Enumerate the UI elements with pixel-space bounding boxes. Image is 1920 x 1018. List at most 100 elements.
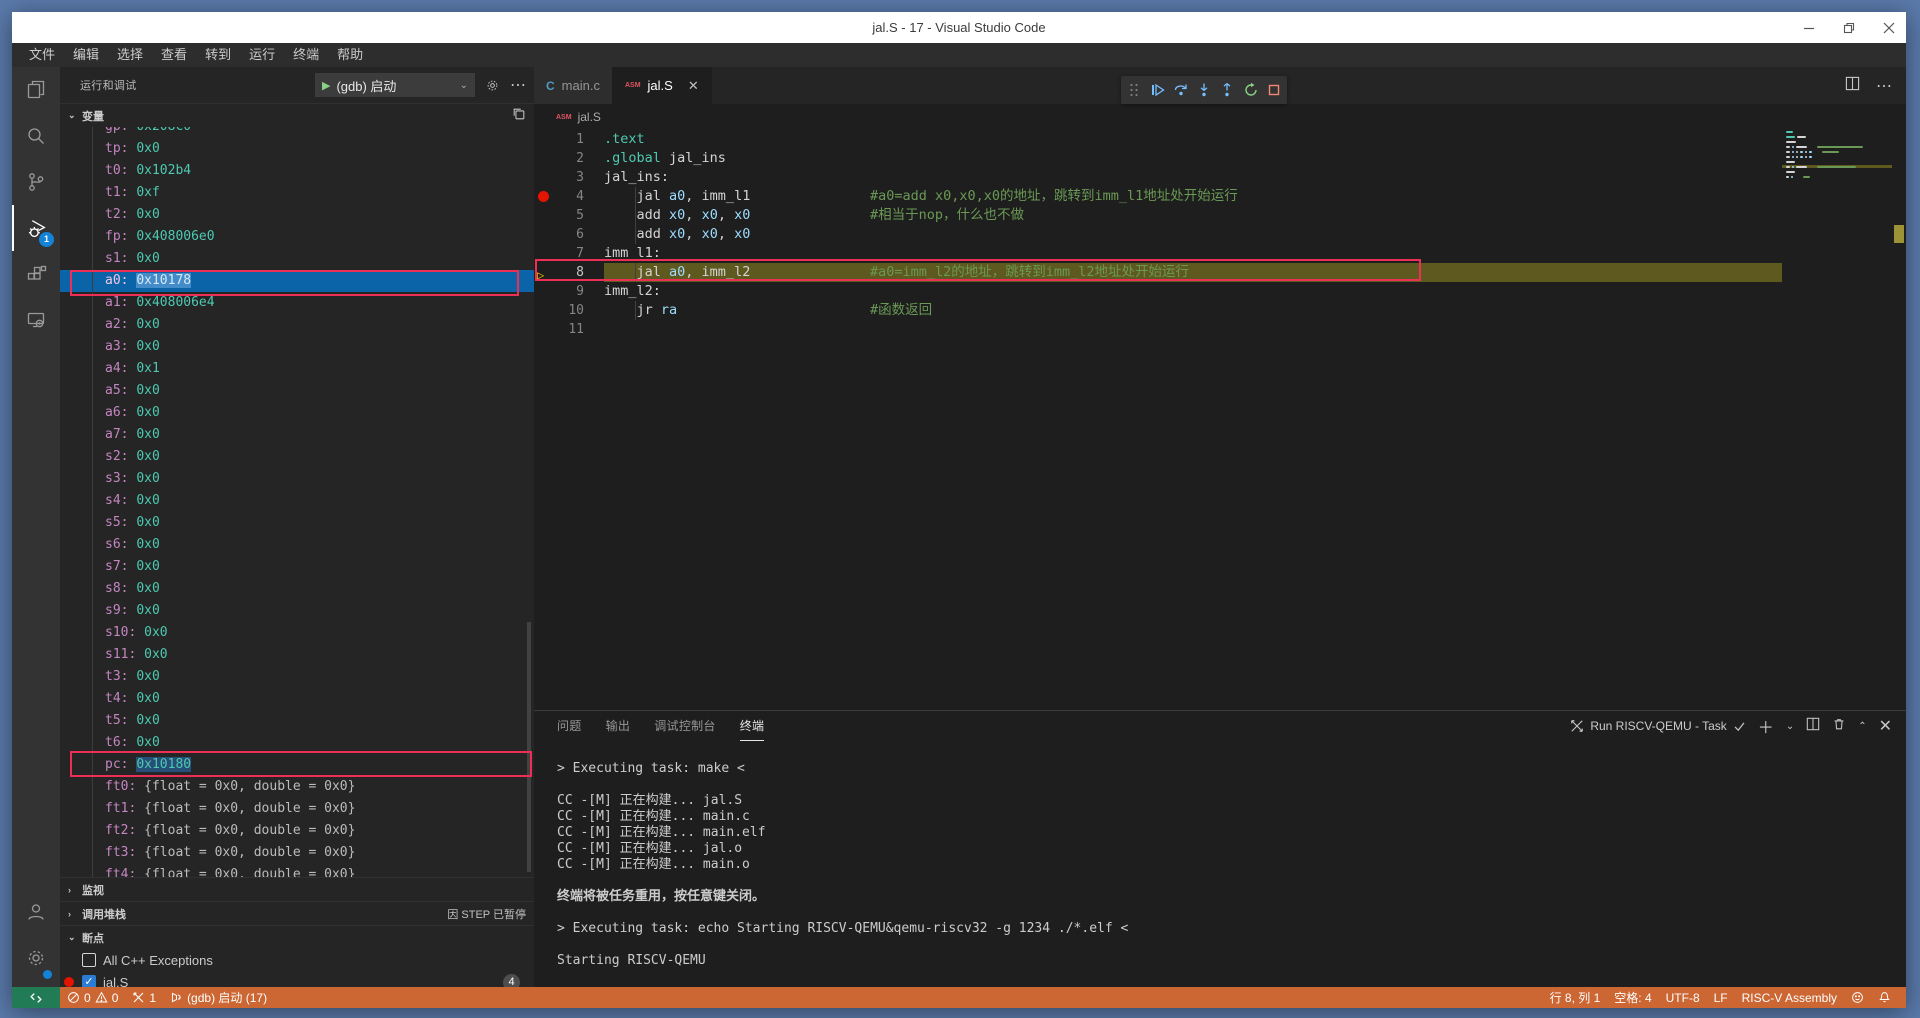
launch-config-dropdown[interactable]: ▶ (gdb) 启动 ⌄	[315, 73, 475, 97]
variable-row-a7[interactable]: a7: 0x0	[60, 424, 534, 446]
new-terminal-icon[interactable]: ＋	[1758, 714, 1774, 738]
indentation-status[interactable]: 空格: 4	[1607, 987, 1658, 1008]
feedback-icon[interactable]	[1844, 987, 1871, 1008]
code-line-8[interactable]: ▷8 jal a0, imm_l2#a0=imm_l2的地址，跳转到imm_l2…	[534, 263, 1906, 282]
close-panel-icon[interactable]: ✕	[1879, 716, 1892, 736]
variable-row-t0[interactable]: t0: 0x102b4	[60, 160, 534, 182]
exceptions-checkbox[interactable]	[82, 953, 96, 967]
breakpoints-section-header[interactable]: ⌄ 断点	[60, 925, 534, 949]
menu-item-文件[interactable]: 文件	[20, 43, 64, 67]
variable-row-ft1[interactable]: ft1: {float = 0x0, double = 0x0}	[60, 798, 534, 820]
notifications-bell-icon[interactable]	[1871, 987, 1898, 1008]
current-position-arrow[interactable]: ▷	[534, 263, 556, 282]
settings-gear-icon[interactable]	[12, 935, 60, 981]
close-tab-icon[interactable]: ✕	[688, 78, 699, 94]
variable-row-ft3[interactable]: ft3: {float = 0x0, double = 0x0}	[60, 842, 534, 864]
split-terminal-icon[interactable]	[1806, 717, 1820, 736]
variable-row-ft0[interactable]: ft0: {float = 0x0, double = 0x0}	[60, 776, 534, 798]
source-control-icon[interactable]	[12, 159, 60, 205]
callstack-section-header[interactable]: › 调用堆栈 因 STEP 已暂停	[60, 901, 534, 925]
menu-item-转到[interactable]: 转到	[196, 43, 240, 67]
menu-item-查看[interactable]: 查看	[152, 43, 196, 67]
terminal-output[interactable]: > Executing task: make < CC -[M] 正在构建...…	[534, 741, 1906, 987]
variable-row-ft2[interactable]: ft2: {float = 0x0, double = 0x0}	[60, 820, 534, 842]
continue-icon[interactable]	[1148, 80, 1168, 100]
step-over-icon[interactable]	[1171, 80, 1191, 100]
variable-row-s9[interactable]: s9: 0x0	[60, 600, 534, 622]
tasks-status[interactable]: 1	[125, 987, 163, 1008]
gutter[interactable]	[534, 225, 556, 244]
terminal-dropdown-icon[interactable]: ⌄	[1786, 721, 1794, 732]
menu-item-选择[interactable]: 选择	[108, 43, 152, 67]
extensions-icon[interactable]	[12, 251, 60, 297]
search-icon[interactable]	[12, 113, 60, 159]
variable-row-s11[interactable]: s11: 0x0	[60, 644, 534, 666]
variable-row-t2[interactable]: t2: 0x0	[60, 204, 534, 226]
panel-tab-问题[interactable]: 问题	[557, 712, 582, 740]
close-button[interactable]	[1882, 21, 1896, 35]
more-actions-icon[interactable]: ⋯	[510, 75, 526, 95]
gutter[interactable]	[534, 206, 556, 225]
terminal-task-label[interactable]: Run RISCV-QEMU - Task	[1570, 719, 1745, 733]
variable-row-a0[interactable]: a0: 0x10178	[60, 270, 534, 292]
remote-explorer-icon[interactable]	[12, 297, 60, 343]
code-line-5[interactable]: 5 add x0, x0, x0#相当于nop，什么也不做	[534, 206, 1906, 225]
menu-item-帮助[interactable]: 帮助	[328, 43, 372, 67]
panel-tab-输出[interactable]: 输出	[606, 712, 631, 740]
run-and-debug-icon[interactable]: 1	[12, 205, 60, 251]
code-line-7[interactable]: 7imm_l1:	[534, 244, 1906, 263]
code-editor[interactable]: 1.text2.global jal_ins3jal_ins:4 jal a0,…	[534, 130, 1906, 710]
restore-button[interactable]	[1842, 21, 1856, 35]
variable-row-s10[interactable]: s10: 0x0	[60, 622, 534, 644]
eol-status[interactable]: LF	[1707, 987, 1735, 1008]
tab-jal-s[interactable]: ASM jal.S ✕	[613, 67, 712, 104]
gutter[interactable]	[534, 320, 556, 339]
start-debug-icon[interactable]: ▶	[322, 79, 330, 92]
breakpoint-file-row[interactable]: ✓ jal.S 4	[60, 971, 534, 987]
panel-tab-终端[interactable]: 终端	[740, 712, 765, 741]
variable-row-s1[interactable]: s1: 0x0	[60, 248, 534, 270]
variables-section-header[interactable]: ⌄ 变量	[60, 103, 534, 127]
gutter[interactable]	[534, 301, 556, 320]
gutter[interactable]	[534, 130, 556, 149]
gutter[interactable]	[534, 244, 556, 263]
variable-row-tp[interactable]: tp: 0x0	[60, 138, 534, 160]
panel-tab-调试控制台[interactable]: 调试控制台	[654, 712, 716, 740]
breakpoint-glyph[interactable]	[534, 187, 556, 206]
code-line-2[interactable]: 2.global jal_ins	[534, 149, 1906, 168]
watch-section-header[interactable]: › 监视	[60, 877, 534, 901]
variable-row-s4[interactable]: s4: 0x0	[60, 490, 534, 512]
variable-row-a5[interactable]: a5: 0x0	[60, 380, 534, 402]
code-line-4[interactable]: 4 jal a0, imm_l1#a0=add x0,x0,x0的地址，跳转到i…	[534, 187, 1906, 206]
code-line-11[interactable]: 11	[534, 320, 1906, 339]
variable-row-t4[interactable]: t4: 0x0	[60, 688, 534, 710]
accounts-icon[interactable]	[12, 889, 60, 935]
overview-ruler[interactable]	[1892, 130, 1906, 710]
encoding-status[interactable]: UTF-8	[1659, 987, 1707, 1008]
stop-icon[interactable]	[1264, 80, 1284, 100]
restart-icon[interactable]	[1241, 80, 1261, 100]
code-line-6[interactable]: 6 add x0, x0, x0	[534, 225, 1906, 244]
step-into-icon[interactable]	[1194, 80, 1214, 100]
variable-row-pc[interactable]: pc: 0x10180	[60, 754, 534, 776]
remote-indicator[interactable]	[12, 987, 60, 1008]
variable-row-ft4[interactable]: ft4: {float = 0x0, double = 0x0}	[60, 864, 534, 877]
menu-item-编辑[interactable]: 编辑	[64, 43, 108, 67]
variable-row-a4[interactable]: a4: 0x1	[60, 358, 534, 380]
debug-session-status[interactable]: (gdb) 启动 (17)	[163, 987, 274, 1008]
gutter[interactable]	[534, 282, 556, 301]
minimap[interactable]	[1782, 130, 1892, 710]
code-line-1[interactable]: 1.text	[534, 130, 1906, 149]
code-line-10[interactable]: 10 jr ra#函数返回	[534, 301, 1906, 320]
code-line-3[interactable]: 3jal_ins:	[534, 168, 1906, 187]
collapse-all-icon[interactable]	[512, 107, 526, 124]
editor-more-actions-icon[interactable]: ⋯	[1876, 76, 1892, 96]
variable-row-s2[interactable]: s2: 0x0	[60, 446, 534, 468]
sidebar-scrollbar[interactable]	[527, 622, 531, 872]
gutter[interactable]	[534, 168, 556, 187]
maximize-panel-icon[interactable]: ⌃	[1858, 721, 1866, 732]
variable-row-gp[interactable]: gp: 0x208c0	[60, 127, 534, 138]
variable-row-s5[interactable]: s5: 0x0	[60, 512, 534, 534]
language-mode-status[interactable]: RISC-V Assembly	[1735, 987, 1844, 1008]
kill-terminal-icon[interactable]	[1832, 717, 1846, 736]
